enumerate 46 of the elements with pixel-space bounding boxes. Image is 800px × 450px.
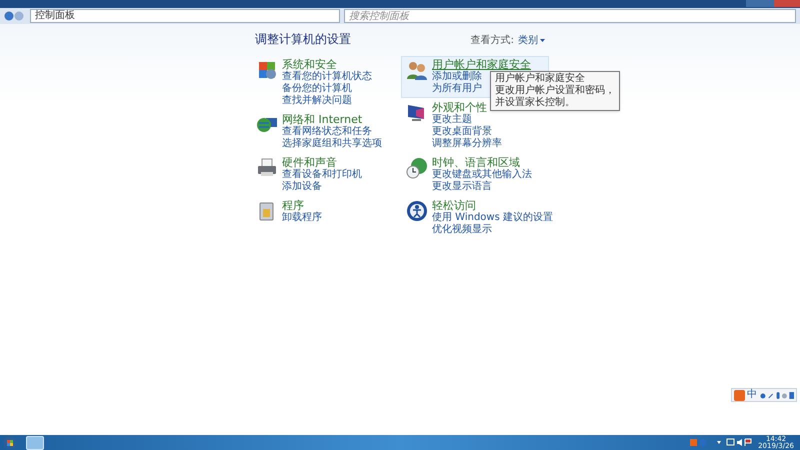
printer-icon — [256, 157, 278, 179]
page-heading: 调整计算机的设置 — [255, 31, 351, 48]
taskbar-control-panel-button[interactable] — [26, 436, 44, 450]
task-link[interactable]: 优化视频显示 — [432, 224, 492, 236]
task-link[interactable]: 更改桌面背景 — [432, 126, 492, 138]
task-link[interactable]: 更改键盘或其他输入法 — [432, 169, 532, 181]
category-title[interactable]: 程序 — [282, 200, 304, 212]
task-link[interactable]: 查找并解决问题 — [282, 95, 352, 107]
breadcrumb[interactable]: 控制面板 — [35, 11, 75, 21]
task-link[interactable]: 查看设备和打印机 — [282, 169, 362, 181]
ime-tools-icon[interactable] — [758, 390, 794, 400]
ime-mode[interactable]: 中 — [746, 390, 757, 400]
task-link[interactable]: 查看您的计算机状态 — [282, 71, 372, 83]
shield-icon — [256, 59, 278, 81]
tooltip-text: 更改用户帐户设置和密码，并设置家长控制。 — [495, 85, 615, 109]
view-by-label: 查看方式: — [470, 34, 514, 48]
category-title[interactable]: 系统和安全 — [282, 59, 337, 71]
task-link[interactable]: 卸载程序 — [282, 212, 322, 224]
task-link[interactable]: 调整屏幕分辨率 — [432, 138, 502, 150]
category-title[interactable]: 网络和 Internet — [282, 114, 362, 126]
task-link[interactable]: 更改主题 — [432, 114, 472, 126]
caret-icon — [540, 39, 545, 42]
view-by-dropdown[interactable]: 类别 — [518, 33, 545, 48]
task-link[interactable]: 查看网络状态和任务 — [282, 126, 372, 138]
task-link[interactable]: 使用 Windows 建议的设置 — [432, 212, 553, 224]
globe-clock-icon — [406, 157, 428, 179]
start-button-icon[interactable] — [3, 436, 17, 450]
task-link[interactable]: 添加或删除 — [432, 71, 482, 83]
category-title[interactable]: 轻松访问 — [432, 200, 476, 212]
task-link[interactable]: 为所有用户 — [432, 83, 482, 95]
task-link[interactable]: 更改显示语言 — [432, 181, 492, 193]
category-title[interactable]: 硬件和声音 — [282, 157, 337, 169]
users-icon — [406, 59, 428, 81]
tray-icons[interactable] — [690, 438, 752, 447]
task-link[interactable]: 添加设备 — [282, 181, 322, 193]
task-link[interactable]: 选择家庭组和共享选项 — [282, 138, 382, 150]
category-title[interactable]: 时钟、语言和区域 — [432, 157, 520, 169]
category-title[interactable]: 外观和个性 — [432, 102, 487, 114]
back-forward-icon[interactable] — [4, 11, 26, 21]
accessibility-icon — [406, 200, 428, 222]
search-field[interactable]: 搜索控制面板 — [344, 9, 796, 23]
task-link[interactable]: 备份您的计算机 — [282, 83, 352, 95]
category-title[interactable]: 用户帐户和家庭安全 — [432, 59, 531, 71]
address-bar[interactable]: 控制面板 — [30, 9, 340, 23]
tooltip-title: 用户帐户和家庭安全 — [495, 73, 586, 84]
sogou-logo-icon — [734, 390, 745, 400]
